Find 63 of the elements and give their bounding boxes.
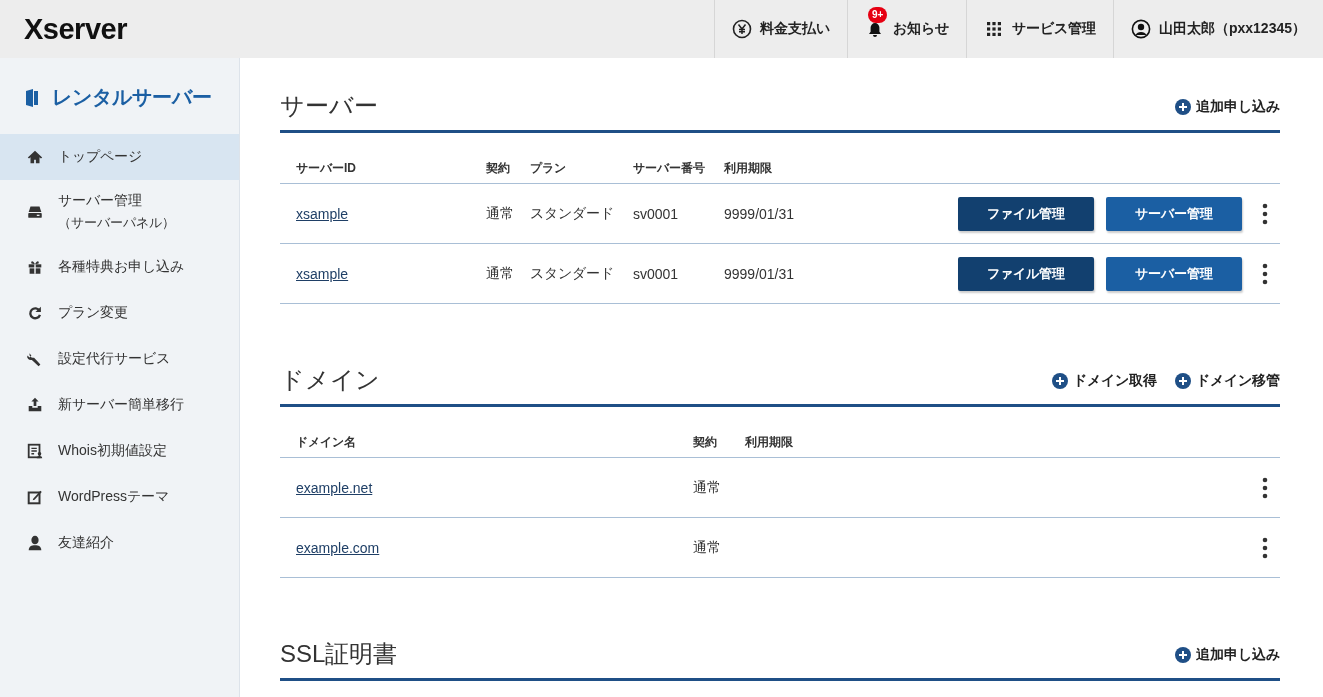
- more-menu-icon[interactable]: [1262, 202, 1268, 225]
- column-header: 利用期限: [745, 434, 794, 451]
- column-header: 利用期限: [724, 160, 773, 177]
- sidebar-item[interactable]: トップページ: [0, 134, 239, 180]
- table-cell-text: 通常: [693, 538, 722, 557]
- name-link[interactable]: example.net: [296, 479, 693, 496]
- refresh-icon: [26, 304, 44, 322]
- row-button[interactable]: サーバー管理: [1106, 256, 1242, 291]
- section-title: サーバー: [280, 91, 378, 121]
- plus-circle-icon: [1175, 373, 1191, 389]
- name-link[interactable]: xsample: [296, 265, 486, 282]
- row-button[interactable]: サーバー管理: [1106, 196, 1242, 231]
- column-header: プラン: [530, 160, 567, 177]
- table-cell-text: 通常: [486, 264, 515, 283]
- sidebar-item[interactable]: 各種特典お申し込み: [0, 244, 239, 290]
- sidebar-item[interactable]: 友達紹介: [0, 520, 239, 566]
- plus-circle-icon: [1175, 99, 1191, 115]
- sidebar-title: レンタルサーバー: [52, 85, 212, 110]
- table-cell-text: sv0001: [633, 265, 680, 282]
- document-person-icon: [26, 442, 44, 460]
- sidebar-item[interactable]: WordPressテーマ: [0, 474, 239, 520]
- section-title: ドメイン: [280, 365, 380, 395]
- table-cell-text: スタンダード: [530, 264, 615, 283]
- table-cell-text: 通常: [693, 478, 722, 497]
- sidebar-item[interactable]: Whois初期値設定: [0, 428, 239, 474]
- table-cell-text: 通常: [486, 204, 515, 223]
- column-header: ドメイン名: [296, 434, 357, 451]
- notification-badge: 9+: [867, 7, 888, 23]
- table-cell-text: スタンダード: [530, 204, 615, 223]
- server-door-icon: [24, 87, 40, 108]
- plus-circle-icon: [1175, 647, 1191, 663]
- table-cell-text: 9999/01/31: [724, 265, 796, 282]
- home-icon: [26, 148, 44, 166]
- column-header: サーバーID: [296, 160, 357, 177]
- column-header: 契約: [693, 434, 718, 451]
- table-cell-text: 9999/01/31: [724, 205, 796, 222]
- sidebar-item[interactable]: プラン変更: [0, 290, 239, 336]
- name-link[interactable]: example.com: [296, 539, 693, 556]
- section-title: SSL証明書: [280, 639, 398, 669]
- more-menu-icon[interactable]: [1262, 536, 1268, 559]
- more-menu-icon[interactable]: [1262, 476, 1268, 499]
- add-link[interactable]: ドメイン移管: [1175, 372, 1280, 390]
- yen-icon: [731, 19, 752, 39]
- sidebar-item[interactable]: 新サーバー簡単移行: [0, 382, 239, 428]
- name-link[interactable]: xsample: [296, 205, 486, 222]
- gift-icon: [26, 258, 44, 276]
- row-button[interactable]: ファイル管理: [958, 256, 1094, 291]
- add-link[interactable]: 追加申し込み: [1175, 646, 1280, 664]
- add-link[interactable]: 追加申し込み: [1175, 98, 1280, 116]
- sidebar-item[interactable]: サーバー管理 （サーバーパネル）: [0, 180, 239, 244]
- plus-circle-icon: [1052, 373, 1068, 389]
- sidebar-item[interactable]: 設定代行サービス: [0, 336, 239, 382]
- user-icon: [1130, 19, 1151, 39]
- column-header: 契約: [486, 160, 511, 177]
- logo[interactable]: Xserver: [24, 12, 127, 46]
- row-button[interactable]: ファイル管理: [958, 196, 1094, 231]
- person-icon: [26, 534, 44, 552]
- table-cell-text: sv0001: [633, 205, 680, 222]
- upload-icon: [26, 396, 44, 414]
- edit-square-icon: [26, 488, 44, 506]
- add-link[interactable]: ドメイン取得: [1052, 372, 1157, 390]
- more-menu-icon[interactable]: [1262, 262, 1268, 285]
- column-header: サーバー番号: [633, 160, 706, 177]
